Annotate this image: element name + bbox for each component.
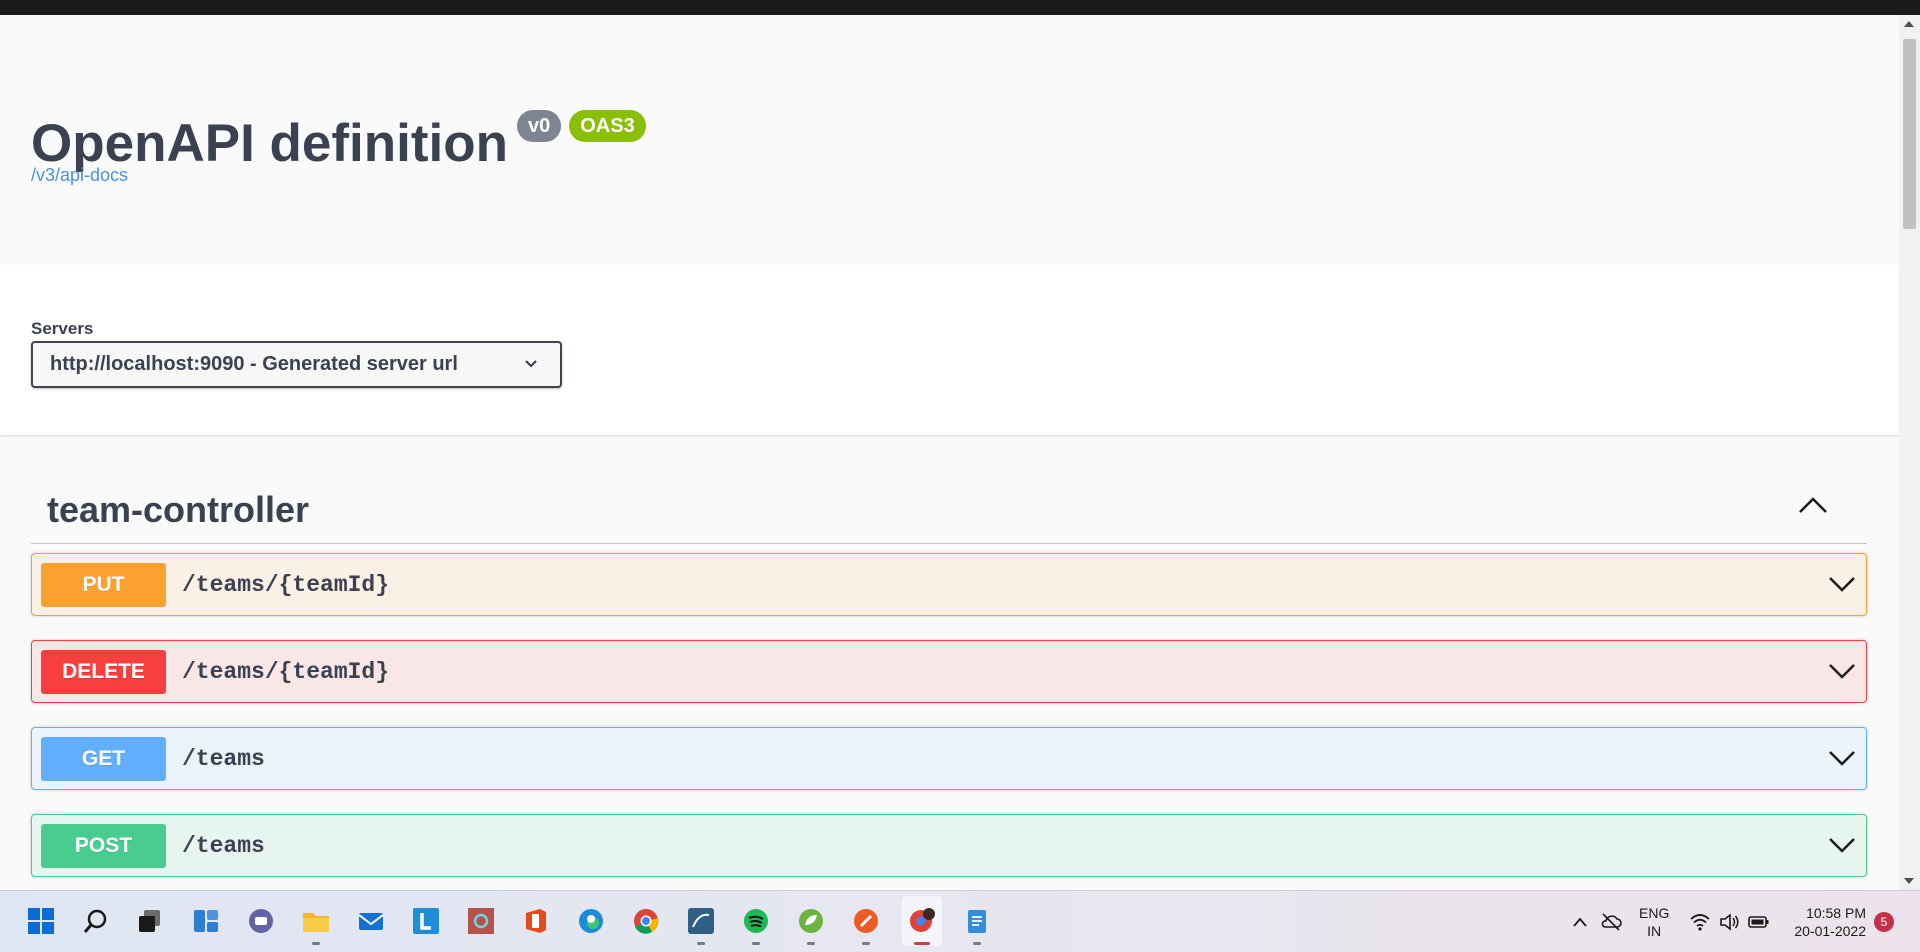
chevron-down-icon[interactable] (1828, 836, 1856, 854)
chevron-up-icon[interactable] (1572, 916, 1588, 928)
running-indicator (697, 942, 705, 945)
oas-badge: OAS3 (569, 110, 646, 142)
language-indicator[interactable]: ENG IN (1639, 904, 1669, 940)
widgets-icon[interactable] (190, 905, 222, 937)
running-indicator (973, 942, 981, 945)
tag-title: team-controller (47, 489, 310, 530)
clock-date: 20-01-2022 (1794, 923, 1866, 939)
scroll-down-arrow-icon[interactable] (1904, 878, 1914, 884)
swagger-page: OpenAPI definition v0 OAS3 /v3/api-docs … (0, 15, 1899, 890)
operation-get-teams[interactable]: GET /teams (31, 727, 1867, 790)
running-indicator (312, 942, 320, 945)
server-select-value: http://localhost:9090 - Generated server… (50, 353, 458, 375)
task-view-icon[interactable] (134, 905, 166, 937)
api-docs-link[interactable]: /v3/api-docs (31, 165, 128, 186)
volume-icon[interactable] (1718, 912, 1740, 932)
chevron-down-icon[interactable] (1828, 749, 1856, 767)
vertical-scrollbar[interactable] (1899, 15, 1920, 890)
chevron-down-icon[interactable] (1828, 662, 1856, 680)
operation-path: /teams (182, 833, 265, 859)
spring-tool-icon[interactable] (795, 905, 827, 945)
postman-icon[interactable] (850, 905, 882, 945)
mysql-workbench-icon[interactable] (685, 905, 717, 945)
operation-path: /teams/{teamId} (182, 659, 390, 685)
version-badge: v0 (516, 110, 562, 142)
mail-icon[interactable] (355, 905, 387, 937)
method-badge-delete: DELETE (41, 650, 166, 694)
operation-path: /teams (182, 746, 265, 772)
chrome-icon[interactable] (630, 905, 662, 937)
chevron-down-icon (525, 360, 537, 368)
method-badge-get: GET (41, 737, 166, 781)
scroll-up-arrow-icon[interactable] (1904, 21, 1914, 27)
running-indicator (807, 942, 815, 945)
running-indicator (862, 942, 870, 945)
spotify-icon[interactable] (740, 905, 772, 945)
chevron-up-icon[interactable] (1797, 494, 1829, 516)
active-indicator (914, 942, 930, 945)
cloud-offline-icon[interactable] (1600, 911, 1622, 933)
operation-put-team[interactable]: PUT /teams/{teamId} (31, 553, 1867, 616)
title-row: OpenAPI definition v0 OAS3 (31, 95, 646, 170)
method-badge-post: POST (41, 824, 166, 868)
battery-icon[interactable] (1748, 914, 1770, 930)
search-icon[interactable] (80, 905, 112, 937)
teams-chat-icon[interactable] (245, 905, 277, 937)
info-section: OpenAPI definition v0 OAS3 /v3/api-docs (0, 15, 1899, 264)
chevron-down-icon[interactable] (1828, 575, 1856, 593)
scroll-thumb[interactable] (1903, 39, 1916, 229)
running-indicator (752, 942, 760, 945)
servers-label: Servers (31, 319, 94, 338)
browser-top-bar (0, 0, 1920, 15)
language-code: ENG (1639, 905, 1670, 921)
page-title: OpenAPI definition (31, 114, 508, 173)
servers-section: Servers http://localhost:9090 - Generate… (0, 265, 1899, 435)
server-select[interactable]: http://localhost:9090 - Generated server… (31, 341, 562, 388)
operation-delete-team[interactable]: DELETE /teams/{teamId} (31, 640, 1867, 703)
edge-icon[interactable] (575, 905, 607, 937)
operation-path: /teams/{teamId} (182, 572, 390, 598)
wifi-icon[interactable] (1689, 912, 1711, 932)
operation-post-teams[interactable]: POST /teams (31, 814, 1867, 877)
language-region: IN (1647, 923, 1662, 939)
method-badge-put: PUT (41, 563, 166, 607)
chrome-profile-icon[interactable] (906, 905, 938, 945)
cortana-app-icon[interactable] (465, 905, 497, 937)
file-explorer-icon[interactable] (300, 905, 332, 945)
notification-badge[interactable]: 5 (1874, 912, 1894, 932)
notepad-icon[interactable] (961, 905, 993, 945)
windows-start-icon[interactable] (25, 905, 57, 937)
system-clock[interactable]: 10:58 PM 20-01-2022 (1790, 904, 1866, 940)
l-app-icon[interactable] (410, 905, 442, 937)
office-icon[interactable] (520, 905, 552, 937)
taskbar: ENG IN 10:58 PM 20-01-2022 5 (0, 890, 1920, 952)
clock-time: 10:58 PM (1806, 905, 1866, 921)
tag-header-team-controller[interactable]: team-controller (31, 474, 1867, 544)
